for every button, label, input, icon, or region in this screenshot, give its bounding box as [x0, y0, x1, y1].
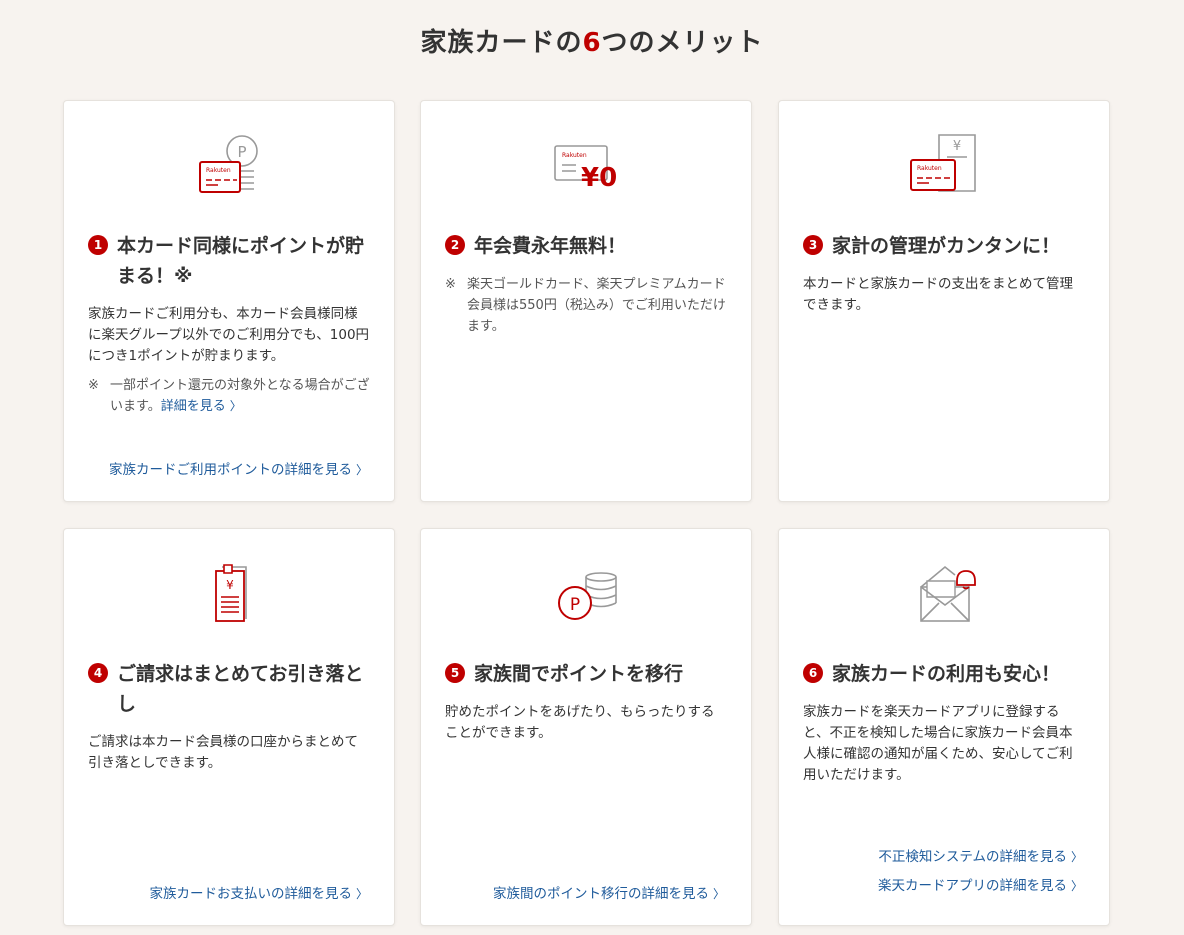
card-body: 家族カードを楽天カードアプリに登録すると、不正を検知した場合に家族カード会員本人… [803, 702, 1085, 786]
number-badge: 5 [445, 663, 465, 683]
payment-details-link[interactable]: 家族カードお支払いの詳細を見る〉 [149, 882, 368, 902]
number-badge: 4 [88, 663, 108, 683]
card-note: ※ 楽天ゴールドカード、楽天プレミアムカード会員様は550円（税込み）でご利用い… [445, 277, 726, 334]
chevron-right-icon: 〉 [712, 887, 725, 901]
merit-card-2: Rakuten ¥0 2 年会費永年無料！ ※ 楽天ゴールドカード、楽天プレミア… [420, 100, 752, 502]
invoice-icon: ¥ [64, 559, 396, 629]
svg-text:¥: ¥ [226, 578, 234, 592]
chevron-right-icon: 〉 [229, 399, 242, 413]
merit-card-3: ¥ Rakuten 3 家計の管理がカンタンに！ 本カードと家族カードの支出をま… [778, 100, 1110, 502]
card-body: ※ 楽天ゴールドカード、楽天プレミアムカード会員様は550円（税込み）でご利用い… [445, 274, 727, 337]
heading-text: ご請求はまとめてお引き落とし [117, 663, 364, 715]
heading-text: 家族間でポイントを移行 [474, 663, 684, 685]
merit-card-1: P Rakuten 1 本カード同様にポイントが貯まる！※ 家族カードご利用分も… [63, 100, 395, 502]
app-details-link[interactable]: 楽天カードアプリの詳細を見る〉 [878, 874, 1083, 894]
svg-text:Rakuten: Rakuten [917, 165, 942, 172]
chevron-right-icon: 〉 [1070, 879, 1083, 893]
number-badge: 6 [803, 663, 823, 683]
card-note: ※ 一部ポイント還元の対象外となる場合がございます。詳細を見る〉 [88, 375, 370, 417]
chevron-right-icon: 〉 [355, 463, 368, 477]
card-with-receipt-icon: ¥ Rakuten [779, 131, 1111, 201]
title-number: 6 [582, 28, 602, 58]
chevron-right-icon: 〉 [355, 887, 368, 901]
svg-text:¥: ¥ [953, 139, 961, 154]
svg-text:P: P [237, 143, 246, 161]
number-badge: 1 [88, 235, 108, 255]
merit-card-4: ¥ 4 ご請求はまとめてお引き落とし ご請求は本カード会員様の口座からまとめて引… [63, 528, 395, 926]
card-body: 本カードと家族カードの支出をまとめて管理できます。 [803, 274, 1085, 316]
card-body: 家族カードご利用分も、本カード会員様同様に楽天グループ以外でのご利用分でも、10… [88, 304, 370, 417]
details-link[interactable]: 詳細を見る〉 [161, 399, 242, 414]
card-heading: 5 家族間でポイントを移行 [445, 659, 727, 689]
point-transfer-details-link[interactable]: 家族間のポイント移行の詳細を見る〉 [493, 882, 725, 902]
merit-card-6: 6 家族カードの利用も安心！ 家族カードを楽天カードアプリに登録すると、不正を検… [778, 528, 1110, 926]
heading-text: 本カード同様にポイントが貯まる！※ [117, 235, 365, 287]
card-heading: 4 ご請求はまとめてお引き落とし [88, 659, 370, 719]
point-transfer-icon: P [421, 559, 753, 629]
chevron-right-icon: 〉 [1070, 850, 1083, 864]
body-text: 貯めたポイントをあげたり、もらったりすることができます。 [445, 704, 715, 741]
body-text: 家族カードを楽天カードアプリに登録すると、不正を検知した場合に家族カード会員本人… [803, 704, 1073, 783]
body-text: ご請求は本カード会員様の口座からまとめて引き落としできます。 [88, 734, 358, 771]
mail-alert-icon [779, 559, 1111, 629]
svg-text:Rakuten: Rakuten [562, 152, 587, 159]
card-heading: 2 年会費永年無料！ [445, 231, 727, 261]
heading-text: 家族カードの利用も安心！ [832, 663, 1061, 685]
card-with-point-coins-icon: P Rakuten [64, 131, 396, 201]
card-body: ご請求は本カード会員様の口座からまとめて引き落としできます。 [88, 732, 370, 774]
point-details-link[interactable]: 家族カードご利用ポイントの詳細を見る〉 [109, 458, 368, 478]
card-zero-fee-icon: Rakuten ¥0 [421, 131, 753, 201]
card-body: 貯めたポイントをあげたり、もらったりすることができます。 [445, 702, 727, 744]
page-title: 家族カードの6つのメリット [420, 28, 764, 58]
number-badge: 3 [803, 235, 823, 255]
svg-text:P: P [570, 595, 580, 615]
fraud-detection-details-link[interactable]: 不正検知システムの詳細を見る〉 [878, 845, 1083, 865]
number-badge: 2 [445, 235, 465, 255]
heading-text: 年会費永年無料！ [474, 235, 627, 257]
merit-card-5: P 5 家族間でポイントを移行 貯めたポイントをあげたり、もらったりすることがで… [420, 528, 752, 926]
card-heading: 3 家計の管理がカンタンに！ [803, 231, 1085, 261]
heading-text: 家計の管理がカンタンに！ [832, 235, 1061, 257]
body-text: 本カードと家族カードの支出をまとめて管理できます。 [803, 276, 1073, 313]
svg-text:¥0: ¥0 [581, 163, 617, 193]
card-heading: 1 本カード同様にポイントが貯まる！※ [88, 231, 370, 291]
body-text: 家族カードご利用分も、本カード会員様同様に楽天グループ以外でのご利用分でも、10… [88, 306, 370, 364]
svg-text:Rakuten: Rakuten [206, 167, 231, 174]
card-heading: 6 家族カードの利用も安心！ [803, 659, 1085, 689]
